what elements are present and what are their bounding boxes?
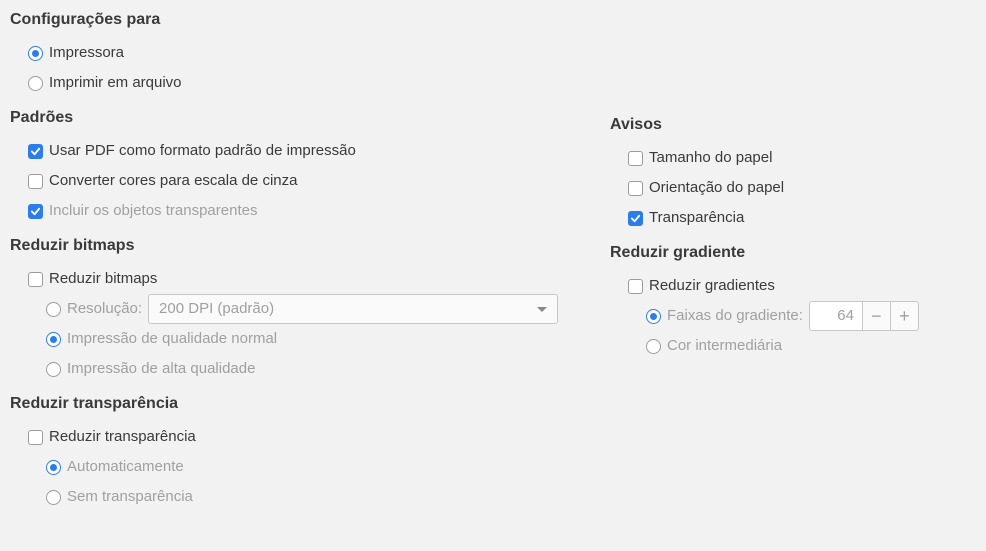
checkbox-paper-size[interactable] (628, 151, 643, 166)
radio-gradient-stripes[interactable] (646, 309, 661, 324)
radio-intermediate-color-label[interactable]: Cor intermediária (667, 331, 782, 361)
check-icon (630, 213, 641, 224)
radio-gradient-stripes-label[interactable]: Faixas do gradiente: (667, 301, 803, 331)
radio-printer[interactable] (28, 46, 43, 61)
radio-auto[interactable] (46, 460, 61, 475)
select-resolution-value: 200 DPI (padrão) (159, 294, 274, 324)
checkbox-reduce-bitmaps[interactable] (28, 272, 43, 287)
radio-no-transparency-label[interactable]: Sem transparência (67, 482, 193, 512)
reduce-transparency-section: Reduzir transparência Reduzir transparên… (10, 392, 610, 512)
spinner-plus-button[interactable]: + (891, 301, 919, 331)
check-icon (30, 206, 41, 217)
radio-auto-label[interactable]: Automaticamente (67, 452, 184, 482)
defaults-section: Padrões Usar PDF como formato padrão de … (10, 106, 610, 226)
radio-printer-label[interactable]: Impressora (49, 38, 124, 68)
checkbox-reduce-gradient[interactable] (628, 279, 643, 294)
checkbox-reduce-transparency-label[interactable]: Reduzir transparência (49, 422, 196, 452)
reduce-bitmaps-section: Reduzir bitmaps Reduzir bitmaps Resoluçã… (10, 234, 610, 384)
checkbox-reduce-transparency[interactable] (28, 430, 43, 445)
checkbox-convert-gray[interactable] (28, 174, 43, 189)
radio-high-quality-label[interactable]: Impressão de alta qualidade (67, 354, 255, 384)
spinner-gradient-stripes: 64 − + (809, 301, 919, 331)
config-for-title: Configurações para (10, 8, 610, 32)
defaults-title: Padrões (10, 106, 610, 130)
checkbox-include-transparent[interactable] (28, 204, 43, 219)
checkbox-use-pdf[interactable] (28, 144, 43, 159)
spinner-gradient-value[interactable]: 64 (809, 301, 863, 331)
checkbox-transparency-warn-label[interactable]: Transparência (649, 203, 744, 233)
radio-high-quality[interactable] (46, 362, 61, 377)
radio-print-to-file[interactable] (28, 76, 43, 91)
spinner-minus-button[interactable]: − (863, 301, 891, 331)
checkbox-paper-orientation[interactable] (628, 181, 643, 196)
checkbox-reduce-bitmaps-label[interactable]: Reduzir bitmaps (49, 264, 157, 294)
reduce-transparency-title: Reduzir transparência (10, 392, 610, 416)
checkbox-paper-size-label[interactable]: Tamanho do papel (649, 143, 772, 173)
checkbox-transparency-warn[interactable] (628, 211, 643, 226)
check-icon (30, 146, 41, 157)
radio-no-transparency[interactable] (46, 490, 61, 505)
checkbox-paper-orientation-label[interactable]: Orientação do papel (649, 173, 784, 203)
warnings-section: Avisos Tamanho do papel Orientação do pa… (610, 113, 976, 233)
checkbox-convert-gray-label[interactable]: Converter cores para escala de cinza (49, 166, 297, 196)
radio-normal-quality-label[interactable]: Impressão de qualidade normal (67, 324, 277, 354)
radio-intermediate-color[interactable] (646, 339, 661, 354)
checkbox-reduce-gradient-label[interactable]: Reduzir gradientes (649, 271, 775, 301)
radio-resolution-label[interactable]: Resolução: (67, 294, 142, 324)
checkbox-use-pdf-label[interactable]: Usar PDF como formato padrão de impressã… (49, 136, 356, 166)
reduce-gradient-title: Reduzir gradiente (610, 241, 976, 265)
warnings-title: Avisos (610, 113, 976, 137)
chevron-down-icon (537, 307, 547, 312)
radio-resolution[interactable] (46, 302, 61, 317)
radio-print-to-file-label[interactable]: Imprimir em arquivo (49, 68, 182, 98)
reduce-gradient-section: Reduzir gradiente Reduzir gradientes Fai… (610, 241, 976, 361)
reduce-bitmaps-title: Reduzir bitmaps (10, 234, 610, 258)
select-resolution[interactable]: 200 DPI (padrão) (148, 294, 558, 324)
config-for-section: Configurações para Impressora Imprimir e… (10, 8, 610, 98)
checkbox-include-transparent-label[interactable]: Incluir os objetos transparentes (49, 196, 257, 226)
radio-normal-quality[interactable] (46, 332, 61, 347)
